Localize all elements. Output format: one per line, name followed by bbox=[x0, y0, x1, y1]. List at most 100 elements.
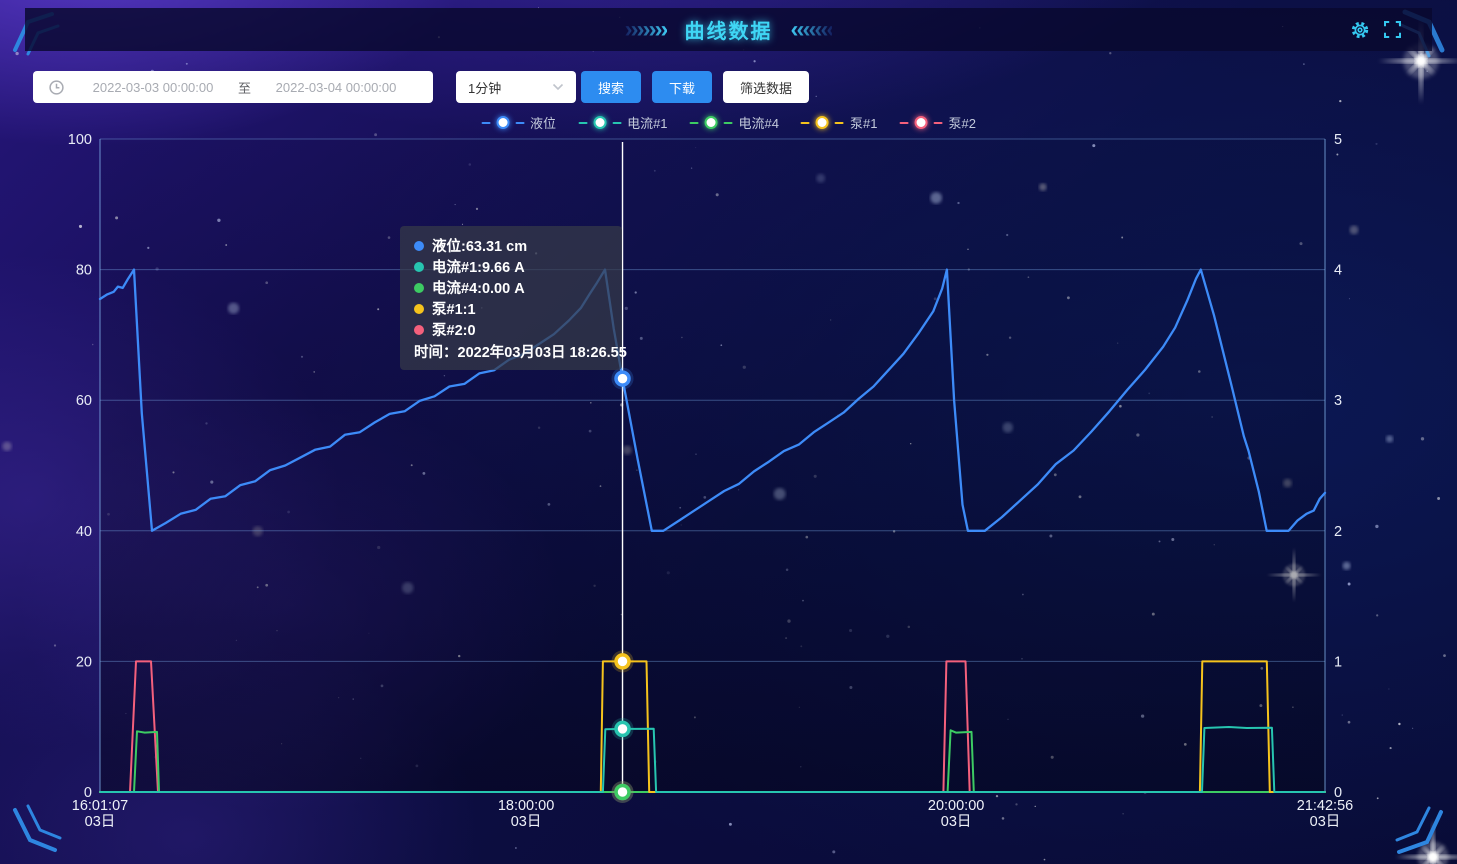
series-line-电流#1 bbox=[100, 727, 1325, 792]
star bbox=[799, 707, 800, 708]
crosshair-marker-halo bbox=[612, 368, 634, 390]
star-flare-icon bbox=[1267, 548, 1321, 602]
star bbox=[621, 614, 623, 616]
star bbox=[600, 485, 602, 487]
star bbox=[1021, 658, 1023, 660]
star bbox=[802, 600, 804, 602]
star bbox=[1348, 721, 1351, 724]
filter-data-button[interactable]: 筛选数据 bbox=[723, 71, 809, 103]
star bbox=[967, 249, 968, 250]
star bbox=[1260, 667, 1263, 670]
star bbox=[1152, 613, 1155, 616]
star bbox=[172, 471, 174, 473]
star bbox=[830, 319, 831, 320]
series-line-泵#1 bbox=[100, 661, 1325, 792]
star bbox=[236, 640, 237, 641]
legend-item-liquid-level[interactable]: 液位 bbox=[481, 113, 556, 132]
download-button[interactable]: 下载 bbox=[652, 71, 712, 103]
star bbox=[694, 716, 696, 718]
legend-marker bbox=[914, 116, 927, 129]
star bbox=[1412, 728, 1413, 729]
star bbox=[210, 481, 213, 484]
search-button[interactable]: 搜索 bbox=[581, 71, 641, 103]
legend-label: 电流#4 bbox=[739, 113, 779, 132]
star bbox=[1437, 497, 1440, 500]
series-dot bbox=[414, 283, 424, 293]
legend-item-pump-2[interactable]: 泵#2 bbox=[899, 113, 975, 132]
right-axis-tick-label: 3 bbox=[1334, 393, 1342, 409]
star bbox=[716, 193, 719, 196]
star bbox=[1079, 495, 1082, 498]
right-axis-tick-label: 4 bbox=[1334, 263, 1342, 279]
star-glow bbox=[253, 526, 263, 536]
star bbox=[1247, 456, 1250, 459]
star bbox=[805, 536, 808, 539]
star bbox=[691, 167, 692, 168]
star bbox=[1159, 540, 1161, 542]
date-range-picker[interactable]: 至 bbox=[33, 71, 433, 103]
star bbox=[265, 281, 268, 284]
star bbox=[54, 644, 56, 646]
star bbox=[462, 224, 463, 225]
star bbox=[832, 850, 835, 853]
legend-label: 液位 bbox=[530, 113, 556, 132]
star-glow bbox=[228, 303, 239, 314]
star bbox=[377, 308, 379, 310]
star bbox=[301, 356, 303, 358]
chart-legend: 液位 电流#1 电流#4 泵#1 泵#2 bbox=[481, 113, 976, 132]
star bbox=[720, 344, 722, 346]
star bbox=[703, 496, 706, 499]
star bbox=[353, 698, 354, 699]
legend-label: 泵#1 bbox=[850, 113, 877, 132]
star bbox=[1198, 370, 1201, 373]
crosshair-marker-电流#4 bbox=[616, 786, 629, 799]
star bbox=[1002, 817, 1005, 820]
star bbox=[257, 586, 259, 588]
star bbox=[1348, 583, 1351, 586]
star bbox=[837, 415, 838, 416]
crosshair-marker-泵#2 bbox=[616, 786, 629, 799]
tooltip-time: 时间：2022年03月03日 18:26.55 bbox=[414, 341, 627, 362]
x-axis-date-label: 03日 bbox=[511, 814, 542, 830]
x-axis-time-label: 16:01:07 bbox=[72, 798, 128, 814]
star bbox=[738, 489, 739, 490]
star bbox=[667, 571, 670, 574]
star bbox=[681, 337, 682, 338]
star bbox=[1051, 756, 1054, 759]
star bbox=[1028, 276, 1030, 278]
crosshair-marker-halo bbox=[612, 781, 634, 803]
star bbox=[681, 524, 682, 525]
star bbox=[1336, 154, 1338, 156]
interval-select[interactable]: 1分钟 bbox=[456, 71, 576, 103]
star bbox=[458, 655, 460, 657]
start-datetime-input[interactable] bbox=[76, 79, 230, 96]
star bbox=[360, 758, 361, 759]
star bbox=[1377, 797, 1379, 799]
tooltip-value: 电流#4:0.00 A bbox=[432, 277, 525, 298]
right-axis-tick-label: 5 bbox=[1334, 132, 1342, 148]
star-glow bbox=[1039, 183, 1047, 191]
legend-item-pump-1[interactable]: 泵#1 bbox=[801, 113, 877, 132]
plot-area[interactable] bbox=[100, 139, 1325, 792]
star bbox=[107, 513, 110, 516]
star bbox=[1292, 706, 1294, 708]
legend-item-current-4[interactable]: 电流#4 bbox=[690, 113, 779, 132]
fullscreen-icon[interactable] bbox=[1382, 20, 1402, 40]
title-arrows-left-icon: ››››››› bbox=[625, 18, 667, 42]
end-datetime-input[interactable] bbox=[259, 79, 413, 96]
series-line-泵#2 bbox=[100, 661, 1325, 792]
star bbox=[1299, 242, 1302, 245]
star bbox=[654, 170, 656, 172]
star bbox=[617, 733, 619, 735]
star bbox=[1054, 473, 1057, 476]
right-axis-tick-label: 1 bbox=[1334, 654, 1342, 670]
star bbox=[313, 371, 315, 373]
legend-marker bbox=[816, 116, 829, 129]
series-dot bbox=[414, 325, 424, 335]
x-axis-time-label: 21:42:56 bbox=[1297, 798, 1353, 814]
gear-icon[interactable] bbox=[1350, 20, 1370, 40]
star bbox=[388, 236, 391, 239]
star bbox=[411, 464, 413, 466]
legend-item-current-1[interactable]: 电流#1 bbox=[578, 113, 667, 132]
star bbox=[1339, 100, 1341, 102]
